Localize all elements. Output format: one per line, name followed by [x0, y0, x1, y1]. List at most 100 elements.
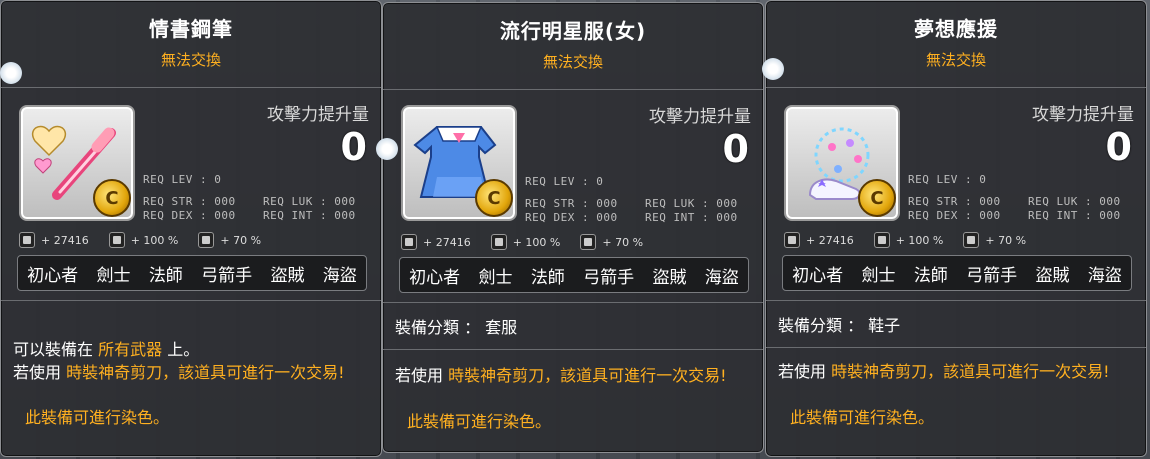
req-str: REQ STR : 000: [143, 195, 236, 208]
req-int: REQ INT : 000: [645, 211, 738, 224]
job-pirate: 海盜: [704, 267, 739, 288]
job-magician: 法師: [913, 265, 948, 286]
job-list: 初心者 劍士 法師 弓箭手 盜賊 海盜: [399, 257, 749, 293]
note-highlight: 時裝神奇剪刀，該道具可進行一次交易!: [448, 366, 727, 385]
req-str: REQ STR : 000: [525, 197, 618, 210]
req-dex: REQ DEX : 000: [143, 209, 236, 222]
job-archer: 弓箭手: [966, 265, 1018, 286]
snowball-decoration: [762, 58, 784, 80]
job-list: 初心者 劍士 法師 弓箭手 盜賊 海盜: [17, 255, 367, 291]
divider: [766, 300, 1146, 301]
ignore-defense-icon: [580, 234, 597, 250]
trade-scissors-note: 若使用 時裝神奇剪刀，該道具可進行一次交易!: [778, 361, 1134, 383]
divider: [383, 89, 763, 90]
item-name: 情書鋼筆: [149, 17, 233, 41]
req-level: REQ LEV : 0: [525, 175, 604, 188]
dye-note: 此裝備可進行染色。: [790, 408, 935, 427]
job-warrior: 劍士: [96, 265, 131, 286]
job-warrior: 劍士: [478, 267, 513, 288]
damage-stat-value: + 27416: [806, 233, 854, 247]
trade-scissors-note: 若使用 時裝神奇剪刀，該道具可進行一次交易!: [395, 365, 751, 387]
divider: [766, 87, 1146, 88]
boss-damage-icon: [108, 232, 125, 248]
job-beginner: 初心者: [792, 265, 844, 286]
item-name: 夢想應援: [914, 17, 998, 41]
item-name: 流行明星服(女): [499, 19, 647, 43]
untradeable-label: 無法交換: [925, 51, 986, 69]
job-pirate: 海盜: [322, 265, 357, 286]
job-pirate: 海盜: [1087, 265, 1122, 286]
item-icon-frame: C: [401, 105, 517, 221]
req-int: REQ INT : 000: [263, 209, 356, 222]
boss-damage-value: + 100 %: [895, 233, 944, 247]
dye-note: 此裝備可進行染色。: [407, 412, 552, 431]
bonus-stats-row: + 27416 + 100 % + 70 %: [401, 233, 751, 251]
req-str: REQ STR : 000: [908, 195, 1001, 208]
attack-increase-label: 攻擊力提升量: [1032, 105, 1134, 125]
item-icon-frame: C: [784, 105, 900, 221]
job-beginner: 初心者: [409, 267, 461, 288]
attack-increase-label: 攻擊力提升量: [649, 107, 751, 127]
boss-damage-icon: [873, 232, 890, 248]
job-magician: 法師: [530, 267, 565, 288]
ignore-defense-value: + 70 %: [602, 235, 644, 249]
note-prefix: 若使用: [395, 366, 444, 385]
damage-stat-icon: [19, 232, 35, 248]
cash-coin-icon: C: [93, 179, 131, 217]
damage-stat-icon: [784, 232, 800, 248]
note-prefix: 若使用: [13, 363, 62, 382]
attack-increase-value: 0: [1105, 125, 1132, 169]
job-thief: 盜賊: [270, 265, 305, 286]
req-luk: REQ LUK : 000: [645, 197, 738, 210]
note-highlight: 時裝神奇剪刀，該道具可進行一次交易!: [831, 362, 1110, 381]
snowball-decoration: [376, 138, 398, 160]
equip-description: 可以裝備在 所有武器 上。: [13, 339, 369, 361]
desc-prefix: 可以裝備在: [13, 340, 94, 359]
item-tooltip-pop-star-outfit: 流行明星服(女) 無法交換 C 攻擊力提升量 0 REQ LEV : 0 REQ…: [382, 2, 764, 453]
item-tooltip-love-pen: 情書鋼筆 無法交換 C 攻擊力提升量 0 REQ LEV : 0 REQ STR…: [0, 0, 382, 457]
job-beginner: 初心者: [27, 265, 79, 286]
attack-increase-value: 0: [722, 127, 749, 171]
boss-damage-value: + 100 %: [130, 233, 179, 247]
ignore-defense-value: + 70 %: [985, 233, 1027, 247]
job-archer: 弓箭手: [201, 265, 253, 286]
divider: [1, 300, 381, 301]
desc-highlight: 所有武器: [98, 340, 163, 359]
item-icon-frame: C: [19, 105, 135, 221]
attack-increase-value: 0: [340, 125, 367, 169]
req-luk: REQ LUK : 000: [1028, 195, 1121, 208]
boss-damage-icon: [490, 234, 507, 250]
attack-increase-label: 攻擊力提升量: [267, 105, 369, 125]
cash-coin-icon: C: [858, 179, 896, 217]
trade-scissors-note: 若使用 時裝神奇剪刀，該道具可進行一次交易!: [13, 362, 369, 384]
job-magician: 法師: [148, 265, 183, 286]
dye-note: 此裝備可進行染色。: [25, 408, 170, 427]
bonus-stats-row: + 27416 + 100 % + 70 %: [19, 231, 369, 249]
req-dex: REQ DEX : 000: [525, 211, 618, 224]
job-list: 初心者 劍士 法師 弓箭手 盜賊 海盜: [782, 255, 1132, 291]
damage-stat-value: + 27416: [423, 235, 471, 249]
ignore-defense-value: + 70 %: [220, 233, 262, 247]
equip-category: 裝備分類 ： 套服: [395, 318, 518, 337]
divider: [383, 349, 763, 350]
desc-suffix: 上。: [167, 340, 200, 359]
ignore-defense-icon: [963, 232, 980, 248]
ignore-defense-icon: [198, 232, 215, 248]
divider: [1, 87, 381, 88]
note-prefix: 若使用: [778, 362, 827, 381]
job-archer: 弓箭手: [583, 267, 635, 288]
item-tooltip-dream-cheer: 夢想應援 無法交換 C 攻擊力提升量 0 REQ LEV : 0 REQ STR…: [765, 0, 1147, 457]
equip-category: 裝備分類 ： 鞋子: [778, 316, 901, 335]
untradeable-label: 無法交換: [542, 53, 603, 71]
divider: [766, 347, 1146, 348]
job-thief: 盜賊: [1035, 265, 1070, 286]
damage-stat-value: + 27416: [41, 233, 89, 247]
job-warrior: 劍士: [861, 265, 896, 286]
req-dex: REQ DEX : 000: [908, 209, 1001, 222]
bonus-stats-row: + 27416 + 100 % + 70 %: [784, 231, 1134, 249]
req-level: REQ LEV : 0: [908, 173, 987, 186]
divider: [383, 302, 763, 303]
note-highlight: 時裝神奇剪刀，該道具可進行一次交易!: [66, 363, 345, 382]
snowball-decoration: [0, 62, 22, 84]
boss-damage-value: + 100 %: [512, 235, 561, 249]
